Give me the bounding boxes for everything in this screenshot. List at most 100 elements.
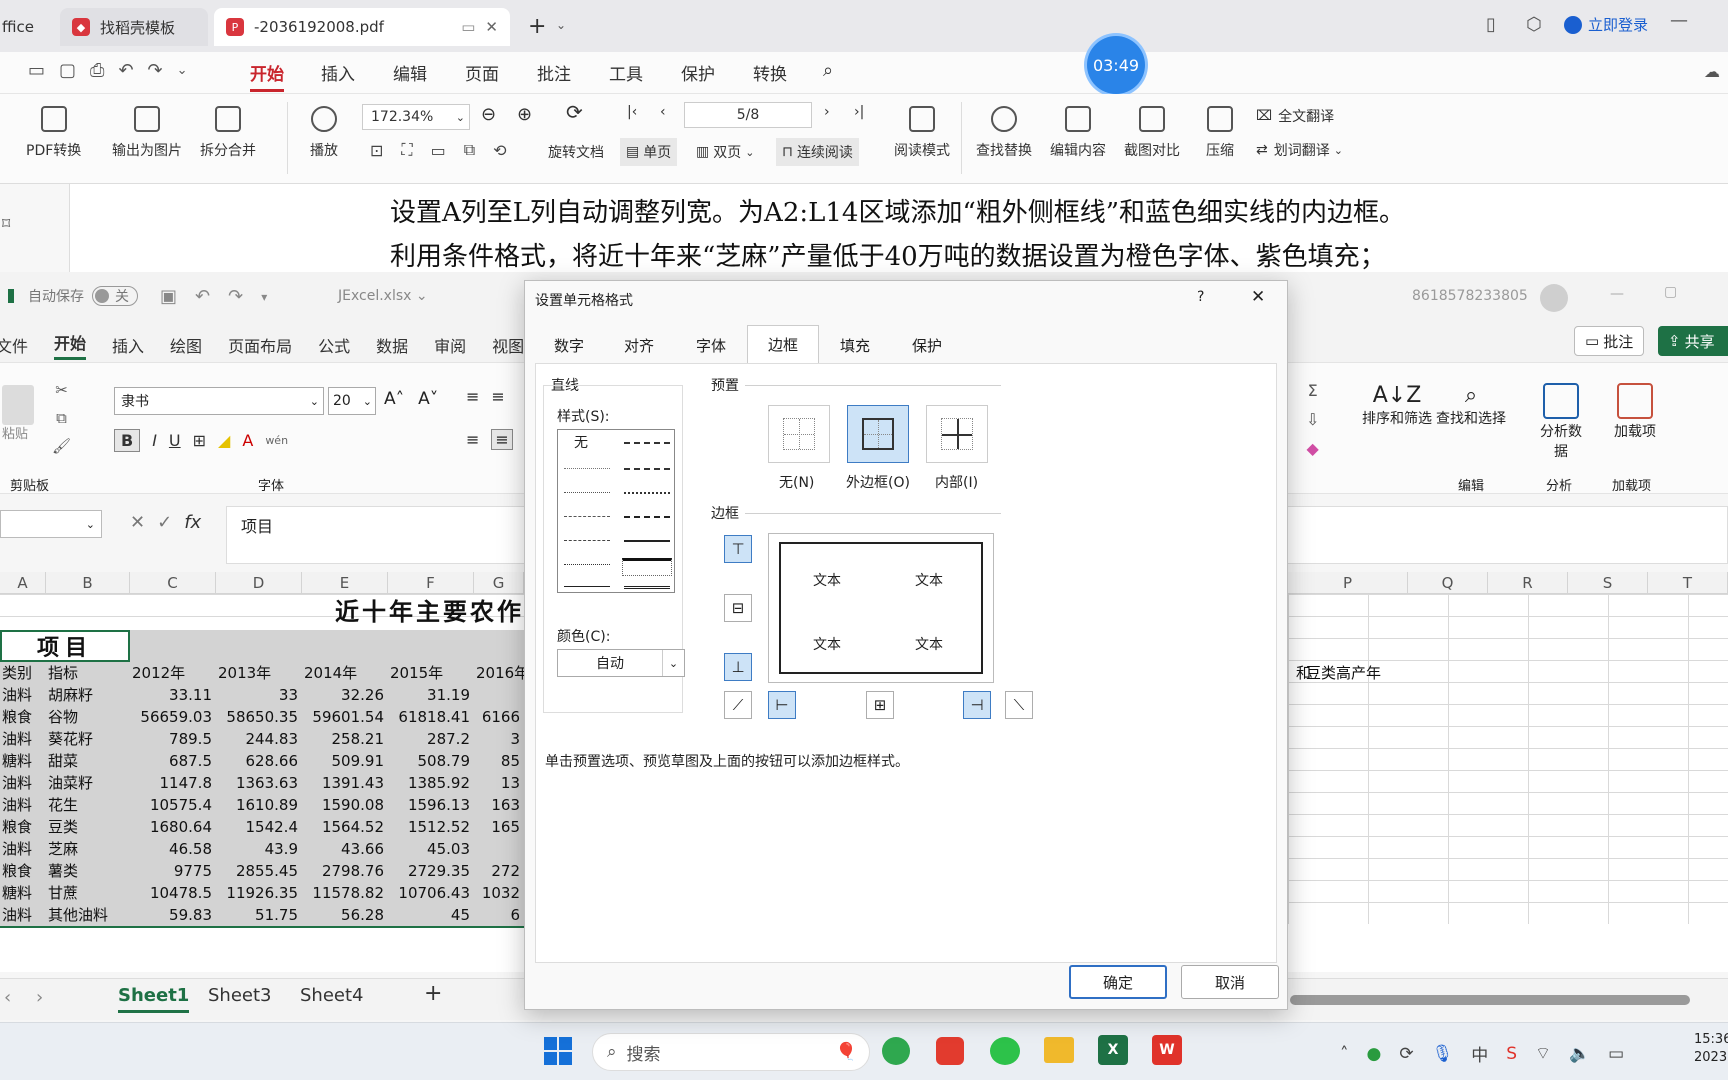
table-cell[interactable]: 43.66	[302, 838, 388, 860]
table-cell[interactable]: 789.5	[130, 728, 216, 750]
table-cell[interactable]: 46.58	[130, 838, 216, 860]
new-tab-icon[interactable]: +	[528, 14, 546, 39]
table-cell[interactable]: 葵花籽	[46, 728, 130, 750]
underline-button[interactable]: U	[169, 431, 181, 450]
menu-tools[interactable]: 工具	[609, 60, 643, 85]
menu-draw[interactable]: 绘图	[170, 333, 202, 357]
line-style[interactable]	[624, 586, 670, 589]
layout-icon[interactable]: ▯	[1486, 14, 1496, 35]
table-header-cell[interactable]: 类别	[0, 662, 46, 684]
table-cell[interactable]: 1032	[474, 882, 524, 904]
table-cell[interactable]: 11926.35	[216, 882, 302, 904]
table-cell[interactable]: 508.79	[388, 750, 474, 772]
table-cell[interactable]: 61818.41	[388, 706, 474, 728]
column-header[interactable]: A	[0, 572, 46, 594]
tab-office[interactable]: ffice	[0, 8, 56, 46]
save-icon[interactable]: ▢	[59, 60, 76, 81]
find-select-button[interactable]: ⌕ 查找和选择	[1436, 383, 1506, 428]
borders-icon[interactable]: ⊞	[193, 431, 206, 450]
tray-app-icon[interactable]: ●	[1367, 1044, 1382, 1064]
font-size-select[interactable]: 20 ⌄	[328, 387, 376, 415]
column-header[interactable]: Q	[1408, 572, 1488, 594]
table-cell[interactable]: 1512.52	[388, 816, 474, 838]
table-cell[interactable]: 2729.35	[388, 860, 474, 882]
zoom-out-icon[interactable]: ⊖	[481, 104, 496, 125]
login-link[interactable]: 立即登录	[1564, 14, 1648, 35]
sync-icon[interactable]: ⟳	[1399, 1044, 1413, 1064]
battery-icon[interactable]: ▭	[1608, 1044, 1624, 1064]
table-cell[interactable]: 其他油料	[46, 904, 130, 926]
table-cell[interactable]: 59.83	[130, 904, 216, 926]
menu-start[interactable]: 开始	[250, 60, 284, 92]
column-header[interactable]: B	[46, 572, 130, 594]
filename[interactable]: JExcel.xlsx ⌄	[338, 288, 428, 304]
sheet-tab[interactable]: Sheet4	[300, 985, 364, 1006]
full-translate-button[interactable]: ⌧ 全文翻译	[1256, 106, 1334, 126]
fit-width-icon[interactable]: ▭	[431, 141, 446, 160]
table-cell[interactable]: 628.66	[216, 750, 302, 772]
ok-button[interactable]: 确定	[1069, 965, 1167, 999]
color-select[interactable]: 自动 ⌄	[557, 649, 685, 677]
menu-file[interactable]: 文件	[0, 333, 28, 357]
last-page-icon[interactable]: ›|	[854, 104, 864, 120]
addins-button[interactable]: 加载项	[1612, 383, 1658, 441]
table-cell[interactable]: 45	[388, 904, 474, 926]
windows-start-icon[interactable]	[544, 1037, 572, 1065]
column-header[interactable]: E	[302, 572, 388, 594]
menu-edit[interactable]: 编辑	[393, 60, 427, 85]
table-cell[interactable]: 1596.13	[388, 794, 474, 816]
save-icon[interactable]: ▣	[160, 286, 177, 307]
table-cell[interactable]: 687.5	[130, 750, 216, 772]
comments-button[interactable]: ▭ 批注	[1574, 326, 1645, 356]
next-sheet-icon[interactable]: ›	[36, 987, 43, 1008]
table-cell[interactable]: 1542.4	[216, 816, 302, 838]
table-cell[interactable]: 10575.4	[130, 794, 216, 816]
split-merge-button[interactable]: 拆分合并	[200, 106, 256, 160]
column-header[interactable]: D	[216, 572, 302, 594]
menu-home[interactable]: 开始	[54, 330, 87, 360]
menu-page-layout[interactable]: 页面布局	[228, 333, 292, 357]
table-cell[interactable]	[474, 684, 524, 706]
column-header[interactable]: R	[1488, 572, 1568, 594]
share-button[interactable]: ⇪ 共享	[1658, 326, 1728, 356]
minimize-icon[interactable]: —	[1670, 10, 1688, 31]
table-cell[interactable]: 油菜籽	[46, 772, 130, 794]
table-cell[interactable]: 粮食	[0, 706, 46, 728]
format-painter-icon[interactable]: 🖌	[52, 437, 71, 455]
line-style[interactable]	[564, 492, 610, 493]
timer-badge[interactable]: 03:49	[1087, 36, 1145, 94]
edge-icon[interactable]	[882, 1037, 910, 1065]
wechat-icon[interactable]	[990, 1037, 1020, 1065]
customize-icon[interactable]: ▾	[261, 290, 267, 304]
chevron-down-icon[interactable]: ⌄	[177, 63, 188, 78]
table-cell[interactable]: 31.19	[388, 684, 474, 706]
table-cell[interactable]: 59601.54	[302, 706, 388, 728]
phonetic-icon[interactable]: wén	[265, 434, 288, 447]
table-cell[interactable]: 花生	[46, 794, 130, 816]
preset-outline-button[interactable]	[847, 405, 909, 463]
font-grow-icon[interactable]: A˄	[384, 389, 404, 409]
monitor-icon[interactable]: ▭	[461, 18, 475, 36]
align-center-icon[interactable]: ≡	[491, 429, 513, 450]
wps-icon[interactable]: W	[1152, 1035, 1182, 1065]
align-top-icon[interactable]: ≡	[466, 387, 479, 406]
column-header[interactable]: T	[1648, 572, 1728, 594]
table-cell[interactable]: 51.75	[216, 904, 302, 926]
horizontal-scrollbar[interactable]	[1290, 995, 1690, 1005]
read-mode-button[interactable]: 阅读模式	[894, 106, 950, 160]
table-cell[interactable]: 163	[474, 794, 524, 816]
table-cell[interactable]: 薯类	[46, 860, 130, 882]
border-top-button[interactable]: ⊤	[724, 535, 752, 563]
table-cell[interactable]: 43.9	[216, 838, 302, 860]
compress-button[interactable]: 压缩	[1206, 106, 1234, 160]
font-name-select[interactable]: 隶书 ⌄	[114, 387, 324, 415]
menu-data[interactable]: 数据	[376, 333, 408, 357]
table-cell[interactable]: 豆类	[46, 816, 130, 838]
table-cell[interactable]: 1147.8	[130, 772, 216, 794]
cancel-icon[interactable]: ✕	[130, 512, 145, 533]
fill-color-icon[interactable]: ◢	[218, 431, 230, 450]
table-cell[interactable]: 272	[474, 860, 524, 882]
rotate-page-icon[interactable]: ⟲	[493, 141, 506, 160]
folder-icon[interactable]	[1044, 1037, 1074, 1063]
redo-icon[interactable]: ↷	[148, 60, 163, 81]
